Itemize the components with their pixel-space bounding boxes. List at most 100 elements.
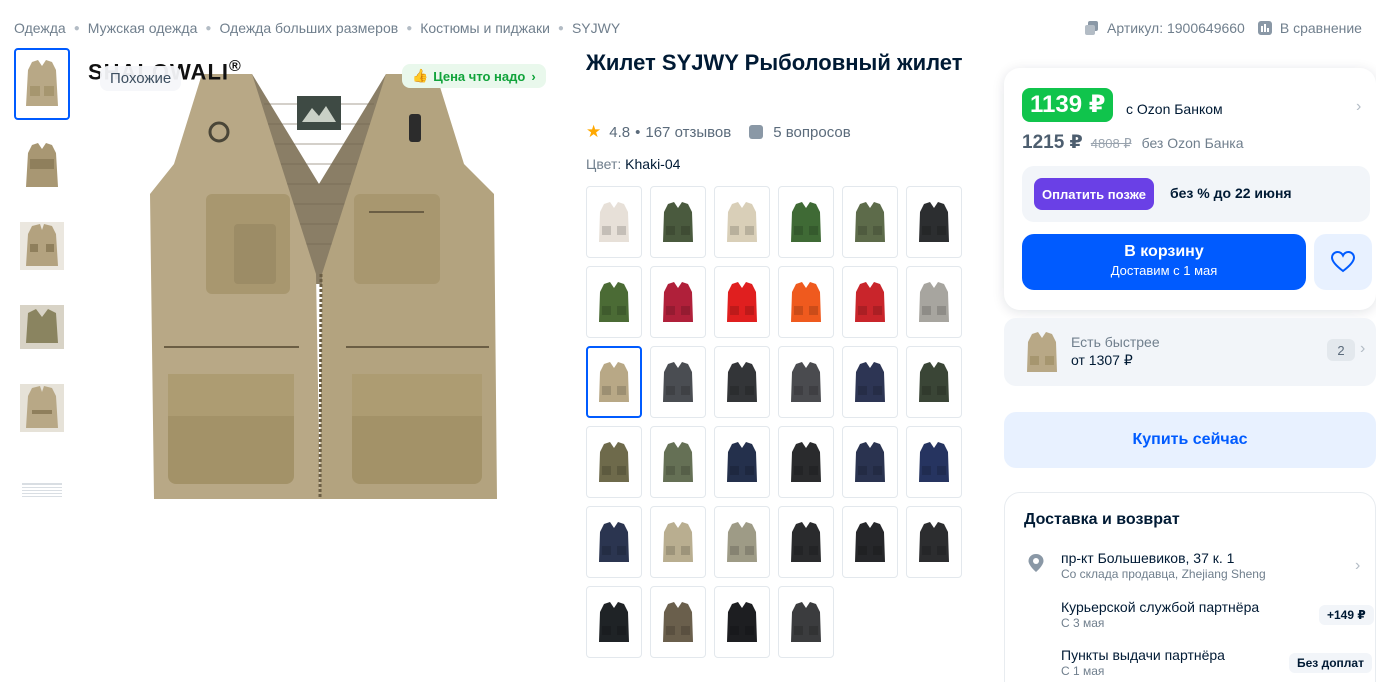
color-variant[interactable] [586,586,642,658]
variant-thumbnail [791,202,821,242]
color-variant[interactable] [714,266,770,338]
pay-later-block[interactable]: Оплатить позже без % до 22 июня [1022,166,1370,222]
color-variant[interactable] [842,186,898,258]
variant-thumbnail [919,522,949,562]
pay-later-text: без % до 22 июня [1170,185,1292,201]
color-variant[interactable] [586,266,642,338]
delivery-section: Доставка и возврат пр-кт Большевиков, 37… [1004,492,1376,682]
breadcrumb-separator: ● [406,22,413,34]
thumbnail[interactable] [14,210,70,282]
variant-thumbnail [663,202,693,242]
color-variant[interactable] [778,266,834,338]
color-variant[interactable] [906,506,962,578]
cart-delivery-date: Доставим с 1 мая [1110,263,1218,278]
breadcrumb-item[interactable]: Костюмы и пиджаки [420,20,550,36]
variant-thumbnail [663,602,693,642]
pickup-price: Без доплат [1289,653,1372,673]
color-variant[interactable] [842,346,898,418]
faster-offer-image [1027,332,1057,372]
rating-value[interactable]: 4.8 [609,124,630,141]
article-copy[interactable]: Артикул: 1900649660 [1084,20,1245,36]
compare-button[interactable]: В сравнение [1257,20,1362,36]
variant-thumbnail [791,442,821,482]
faster-price: от 1307 ₽ [1071,352,1133,368]
thumbnail[interactable] [14,372,70,444]
color-variant[interactable] [650,186,706,258]
add-to-cart-button[interactable]: В корзину Доставим с 1 мая [1022,234,1306,290]
color-variant[interactable] [650,506,706,578]
rating-dot: • [635,123,641,141]
color-variant[interactable] [778,426,834,498]
questions-link[interactable]: 5 вопросов [749,124,851,141]
buy-now-button[interactable]: Купить сейчас [1004,412,1376,468]
color-variant[interactable] [778,346,834,418]
thumbnail-size-chart[interactable] [14,453,70,525]
color-variant[interactable] [714,346,770,418]
variant-thumbnail [919,282,949,322]
color-variant[interactable] [586,186,642,258]
thumbnail[interactable] [14,48,70,120]
pickup-text: Пункты выдачи партнёра [1061,647,1225,663]
favorite-button[interactable] [1314,234,1372,290]
breadcrumb-separator: ● [557,22,564,34]
pay-later-button[interactable]: Оплатить позже [1034,178,1154,210]
thumbs-up-icon: 👍 [412,68,429,83]
variant-thumbnail [599,202,629,242]
variant-thumbnail [727,442,757,482]
good-price-badge[interactable]: 👍 Цена что надо › [402,64,546,88]
color-variant[interactable] [842,426,898,498]
color-variant[interactable] [906,186,962,258]
color-variant[interactable] [778,186,834,258]
similar-button[interactable]: Похожие [100,66,182,91]
pickup-option: Пункты выдачи партнёра С 1 мая [1061,647,1225,678]
chevron-right-icon[interactable]: › [1355,557,1360,575]
color-variant[interactable] [778,506,834,578]
address-text: пр-кт Большевиков, 37 к. 1 [1061,550,1235,566]
chevron-right-icon[interactable]: › [1356,98,1361,116]
color-variant[interactable] [650,346,706,418]
regular-price-label: без Ozon Банка [1141,135,1244,151]
variant-thumbnail [727,602,757,642]
variant-thumbnail [855,522,885,562]
faster-label: Есть быстрее [1071,334,1160,350]
copy-icon [1085,21,1098,35]
variant-thumbnail [599,602,629,642]
reviews-link[interactable]: 167 отзывов [645,124,731,141]
variant-thumbnail [663,362,693,402]
color-variant[interactable] [714,506,770,578]
header-right: Артикул: 1900649660 В сравнение [1084,18,1374,38]
color-variant[interactable] [714,186,770,258]
color-variant[interactable] [906,346,962,418]
breadcrumb-item[interactable]: Одежда больших размеров [219,20,398,36]
thumbnail[interactable] [14,291,70,363]
color-variant[interactable] [778,586,834,658]
color-variant[interactable] [906,266,962,338]
delivery-address[interactable]: пр-кт Большевиков, 37 к. 1 Со склада про… [1061,550,1266,581]
color-variant[interactable] [650,266,706,338]
good-price-label: Цена что надо [433,68,526,84]
variant-thumbnail [599,442,629,482]
color-variant[interactable] [650,426,706,498]
color-variant[interactable] [906,426,962,498]
color-variant[interactable] [842,506,898,578]
breadcrumb-item[interactable]: Одежда [14,20,66,36]
color-variant[interactable] [842,266,898,338]
variant-thumbnail [919,362,949,402]
color-variant[interactable] [714,426,770,498]
registered-mark: ® [229,58,242,75]
color-variant[interactable] [586,426,642,498]
product-main-image[interactable] [84,44,554,514]
variant-thumbnail [855,282,885,322]
regular-price-row: 1215 ₽ 4808 ₽ без Ozon Банка [1022,131,1244,154]
variant-thumbnail [791,362,821,402]
faster-offer[interactable]: Есть быстрее от 1307 ₽ 2 › [1004,318,1376,386]
color-variant[interactable] [586,346,642,418]
color-variant[interactable] [650,586,706,658]
color-variant[interactable] [714,586,770,658]
breadcrumb-item[interactable]: Мужская одежда [88,20,198,36]
color-variant[interactable] [586,506,642,578]
courier-price: +149 ₽ [1319,605,1374,625]
breadcrumb-item[interactable]: SYJWY [572,20,620,36]
courier-sub: С 3 мая [1061,616,1105,630]
thumbnail[interactable] [14,129,70,201]
